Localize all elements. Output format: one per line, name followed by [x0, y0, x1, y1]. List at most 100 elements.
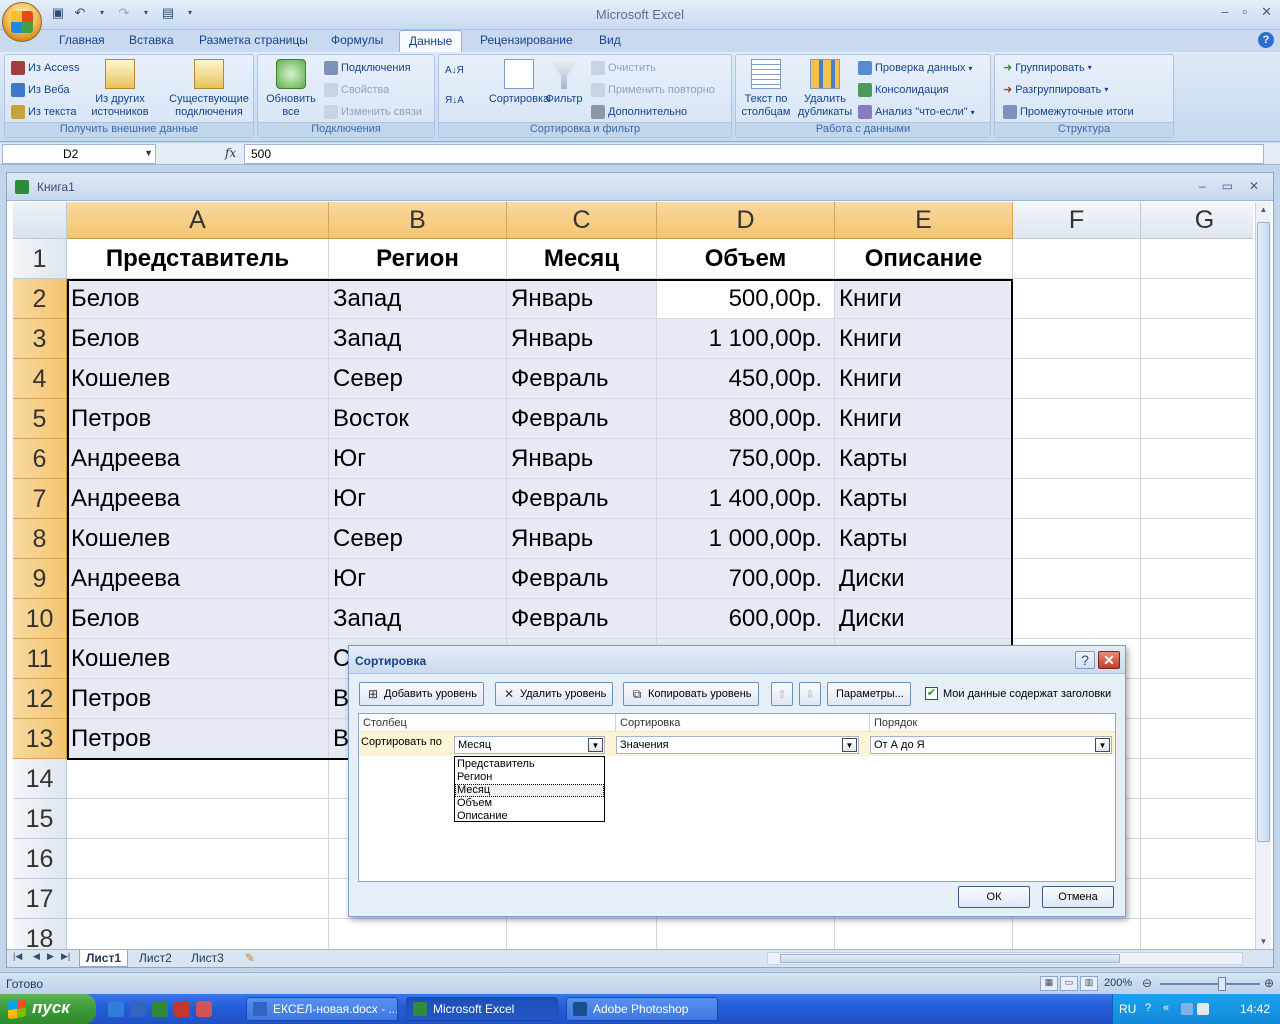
- cell[interactable]: Январь: [507, 279, 657, 319]
- cell[interactable]: 700,00р.: [657, 559, 835, 599]
- cell[interactable]: Север: [329, 519, 507, 559]
- cell[interactable]: [1141, 599, 1253, 639]
- cell[interactable]: Андреева: [67, 439, 329, 479]
- row-header[interactable]: 8: [13, 519, 67, 559]
- cell[interactable]: Андреева: [67, 479, 329, 519]
- row-header[interactable]: 7: [13, 479, 67, 519]
- word-icon[interactable]: [130, 1001, 146, 1017]
- row-header[interactable]: 17: [13, 879, 67, 919]
- cell[interactable]: [1013, 599, 1141, 639]
- cell[interactable]: Кошелев: [67, 639, 329, 679]
- cell[interactable]: [1013, 919, 1141, 950]
- existing-connections-button[interactable]: Существующие подключения: [167, 59, 251, 119]
- column-header-e[interactable]: E: [835, 202, 1013, 239]
- row-header[interactable]: 9: [13, 559, 67, 599]
- cell[interactable]: Февраль: [507, 559, 657, 599]
- zoom-level[interactable]: 200%: [1104, 977, 1132, 989]
- consolidate-button[interactable]: Консолидация: [858, 83, 949, 97]
- cell[interactable]: Книги: [835, 359, 1013, 399]
- sort-on-select[interactable]: Значения ▼: [616, 736, 859, 754]
- cell[interactable]: [1141, 439, 1253, 479]
- cell[interactable]: [1141, 319, 1253, 359]
- cell[interactable]: [1141, 519, 1253, 559]
- cell[interactable]: Андреева: [67, 559, 329, 599]
- sort-level-row[interactable]: Сортировать по Месяц ▼ Значения ▼ От А до …: [359, 732, 1115, 756]
- cell[interactable]: Петров: [67, 399, 329, 439]
- remove-duplicates-button[interactable]: Удалить дубликаты: [796, 59, 854, 119]
- page-layout-view-icon[interactable]: ▭: [1060, 976, 1078, 991]
- row-header[interactable]: 1: [13, 239, 67, 279]
- start-button[interactable]: пуск: [0, 994, 96, 1024]
- cell[interactable]: 800,00р.: [657, 399, 835, 439]
- tray-arrow-icon[interactable]: «: [1163, 1002, 1169, 1014]
- vertical-scrollbar[interactable]: ▲ ▼: [1255, 202, 1271, 950]
- order-dropdown-icon[interactable]: ▼: [1095, 738, 1110, 752]
- cell[interactable]: [1141, 559, 1253, 599]
- tab-insert[interactable]: Вставка: [129, 33, 174, 47]
- clear-filter-button[interactable]: Очистить: [591, 61, 656, 75]
- cell[interactable]: [1141, 639, 1253, 679]
- move-down-button[interactable]: ⇩: [799, 682, 821, 706]
- cell[interactable]: Книги: [835, 319, 1013, 359]
- ok-button[interactable]: ОК: [958, 886, 1030, 908]
- refresh-all-button[interactable]: Обновить все: [262, 59, 320, 119]
- column-header-d[interactable]: D: [657, 202, 835, 239]
- cell[interactable]: [67, 879, 329, 919]
- row-header[interactable]: 2: [13, 279, 67, 319]
- cell[interactable]: Север: [329, 359, 507, 399]
- move-up-button[interactable]: ⇧: [771, 682, 793, 706]
- header-cell[interactable]: Месяц: [507, 239, 657, 279]
- scroll-down-icon[interactable]: ▼: [1256, 934, 1271, 950]
- cell[interactable]: [1141, 399, 1253, 439]
- cell[interactable]: Карты: [835, 479, 1013, 519]
- column-header-f[interactable]: F: [1013, 202, 1141, 239]
- column-header-a[interactable]: A: [67, 202, 329, 239]
- column-select[interactable]: Месяц ▼: [454, 736, 605, 754]
- header-cell[interactable]: Описание: [835, 239, 1013, 279]
- wb-restore-icon[interactable]: ▭: [1222, 179, 1233, 193]
- dialog-close-icon[interactable]: ✕: [1098, 651, 1120, 669]
- close-icon[interactable]: ✕: [1261, 4, 1272, 20]
- row-header[interactable]: 6: [13, 439, 67, 479]
- cell[interactable]: Январь: [507, 519, 657, 559]
- data-validation-button[interactable]: Проверка данных ▾: [858, 61, 972, 75]
- cell[interactable]: [1013, 439, 1141, 479]
- cell[interactable]: [1141, 719, 1253, 759]
- connections-button[interactable]: Подключения: [324, 61, 411, 75]
- sheet-tab-3[interactable]: Лист3: [185, 950, 230, 967]
- row-header[interactable]: 10: [13, 599, 67, 639]
- cell[interactable]: [1013, 399, 1141, 439]
- cell[interactable]: [1013, 359, 1141, 399]
- cell[interactable]: Карты: [835, 439, 1013, 479]
- cell[interactable]: [67, 839, 329, 879]
- cell[interactable]: Февраль: [507, 599, 657, 639]
- cell[interactable]: [1141, 799, 1253, 839]
- ie-icon[interactable]: [108, 1001, 124, 1017]
- subtotal-button[interactable]: Промежуточные итоги: [1003, 105, 1134, 119]
- column-header-g[interactable]: G: [1141, 202, 1253, 239]
- edit-links-button[interactable]: Изменить связи: [324, 105, 422, 119]
- help-icon[interactable]: ?: [1258, 32, 1274, 48]
- cell[interactable]: Карты: [835, 519, 1013, 559]
- cell[interactable]: Петров: [67, 679, 329, 719]
- cell[interactable]: Юг: [329, 559, 507, 599]
- cell[interactable]: [1141, 279, 1253, 319]
- normal-view-icon[interactable]: ▦: [1040, 976, 1058, 991]
- row-header[interactable]: 4: [13, 359, 67, 399]
- tray-help-icon[interactable]: ?: [1145, 1002, 1151, 1014]
- cell[interactable]: Белов: [67, 319, 329, 359]
- scroll-up-icon[interactable]: ▲: [1256, 202, 1271, 218]
- prev-sheet-icon[interactable]: ◀: [33, 951, 40, 962]
- cell[interactable]: [1013, 279, 1141, 319]
- language-indicator[interactable]: RU: [1119, 1002, 1136, 1016]
- cell[interactable]: Январь: [507, 439, 657, 479]
- cell[interactable]: Книги: [835, 399, 1013, 439]
- page-break-view-icon[interactable]: ▥: [1080, 976, 1098, 991]
- task-photoshop[interactable]: Adobe Photoshop: [566, 997, 718, 1021]
- advanced-filter-button[interactable]: Дополнительно: [591, 105, 687, 119]
- cell[interactable]: [1141, 759, 1253, 799]
- active-cell[interactable]: 500,00р.: [657, 279, 835, 319]
- tray-network-icon[interactable]: [1181, 1003, 1193, 1015]
- tab-view[interactable]: Вид: [599, 33, 621, 47]
- first-sheet-icon[interactable]: |◀: [13, 951, 22, 962]
